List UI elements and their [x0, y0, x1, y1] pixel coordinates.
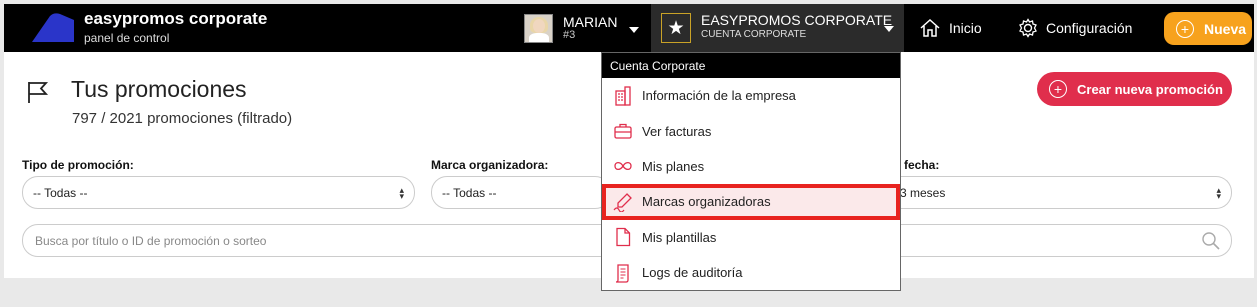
brand-subtitle: panel de control [84, 31, 170, 45]
date-filter-select[interactable]: 3 meses ▴ ▾ [884, 176, 1232, 209]
search-icon [1202, 232, 1220, 250]
account-dropdown: Cuenta Corporate Información de la empre… [601, 52, 901, 291]
briefcase-icon [614, 123, 632, 139]
menu-item-label: Información de la empresa [642, 88, 796, 104]
date-filter-value: 3 meses [900, 185, 946, 200]
nav-home-label: Inicio [949, 20, 982, 36]
nav-home[interactable]: Inicio [919, 4, 982, 52]
date-filter-label: fecha: [904, 158, 940, 172]
brand-title[interactable]: easypromos corporate [84, 9, 267, 29]
app-frame: easypromos corporate panel de control MA… [0, 0, 1257, 307]
nav-settings-label: Configuración [1046, 20, 1133, 36]
user-info: MARIAN #3 [553, 13, 618, 41]
menu-item-label: Marcas organizadoras [642, 194, 771, 210]
brand-filter-value: -- Todas -- [442, 185, 497, 200]
menu-item-label: Logs de auditoría [642, 265, 743, 281]
promotion-type-label: Tipo de promoción: [22, 158, 134, 172]
document-icon [616, 228, 631, 247]
account-title: EASYPROMOS CORPORATE [701, 12, 893, 28]
flag-icon [28, 82, 49, 103]
menu-item-label: Mis planes [642, 158, 705, 174]
avatar [524, 13, 553, 43]
nav-settings[interactable]: Configuración [1018, 4, 1132, 52]
menu-item-invoices[interactable]: Ver facturas [602, 113, 900, 148]
select-arrows-icon: ▴ ▾ [399, 185, 404, 201]
promotion-type-select[interactable]: -- Todas -- ▴ ▾ [22, 176, 415, 209]
menu-item-company-info[interactable]: Información de la empresa [602, 78, 900, 113]
home-icon [920, 18, 940, 37]
new-button[interactable]: + Nueva [1164, 12, 1252, 45]
chevron-down-icon [884, 26, 894, 32]
promotion-count: 797 / 2021 promociones (filtrado) [72, 110, 293, 127]
star-icon: ★ [661, 13, 691, 43]
gear-icon [1019, 18, 1037, 38]
promotion-type-value: -- Todas -- [33, 185, 88, 200]
signature-icon [613, 192, 632, 212]
user-name: MARIAN [563, 13, 618, 30]
plus-icon: + [1176, 19, 1194, 38]
building-icon [615, 86, 631, 106]
menu-item-organizing-brands[interactable]: Marcas organizadoras [602, 184, 900, 220]
search-placeholder: Busca por título o ID de promoción o sor… [35, 233, 267, 248]
plus-icon: + [1049, 80, 1067, 98]
easypromos-logo-icon[interactable] [28, 12, 76, 44]
user-number: #3 [563, 28, 576, 41]
page-title: Tus promociones [71, 76, 247, 102]
brand-filter-select[interactable]: -- Todas -- [431, 176, 611, 209]
menu-item-plans[interactable]: Mis planes [602, 149, 900, 184]
log-icon [615, 263, 629, 283]
brand-filter-label: Marca organizadora: [431, 158, 549, 172]
chevron-down-icon [629, 27, 640, 33]
create-promotion-label: Crear nueva promoción [1077, 81, 1223, 97]
create-promotion-button[interactable]: + Crear nueva promoción [1037, 72, 1232, 106]
infinity-icon [614, 162, 632, 171]
select-arrows-icon: ▴ ▾ [1216, 185, 1221, 201]
menu-item-templates[interactable]: Mis plantillas [602, 220, 900, 255]
account-menu[interactable]: ★ EASYPROMOS CORPORATE CUENTA CORPORATE [651, 4, 904, 52]
menu-item-label: Ver facturas [642, 123, 712, 139]
top-bar: easypromos corporate panel de control MA… [4, 4, 1254, 52]
dropdown-header: Cuenta Corporate [602, 53, 900, 78]
menu-item-label: Mis plantillas [642, 229, 717, 245]
account-subtitle: CUENTA CORPORATE [701, 29, 807, 40]
new-button-label: Nueva [1204, 20, 1247, 37]
menu-item-audit-logs[interactable]: Logs de auditoría [602, 255, 900, 290]
user-menu[interactable]: MARIAN #3 [524, 4, 649, 52]
